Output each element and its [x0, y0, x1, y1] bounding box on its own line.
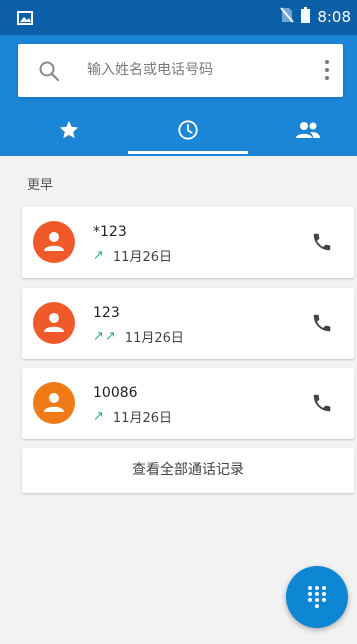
- call-date: 11月26日: [124, 331, 184, 346]
- view-all-calls-button[interactable]: 查看全部通话记录: [22, 448, 354, 493]
- section-title: 更早: [27, 178, 54, 193]
- call-log-item[interactable]: 123 ↗↗ 11月26日: [22, 288, 354, 359]
- active-tab-indicator: [128, 151, 248, 154]
- tab-recent[interactable]: [128, 103, 247, 156]
- outgoing-call-icon: ↗: [93, 409, 105, 424]
- outgoing-call-icon: ↗↗: [93, 329, 117, 344]
- call-meta: ↗↗ 11月26日: [93, 327, 184, 346]
- dialpad-button[interactable]: [286, 566, 348, 628]
- search-bar[interactable]: [18, 44, 343, 97]
- search-input[interactable]: [87, 56, 297, 84]
- person-icon: [44, 313, 64, 332]
- search-icon[interactable]: [38, 60, 60, 82]
- outgoing-call-icon: ↗: [93, 248, 105, 263]
- more-options-icon[interactable]: [322, 58, 332, 82]
- call-meta: ↗ 11月26日: [93, 246, 172, 265]
- call-name: 10086: [93, 385, 138, 401]
- tab-favorites[interactable]: [9, 103, 128, 156]
- avatar[interactable]: [33, 382, 75, 424]
- no-sim-icon: [280, 7, 294, 27]
- phone-icon[interactable]: [311, 392, 333, 414]
- tab-bar: [0, 103, 357, 156]
- person-icon: [44, 232, 64, 251]
- avatar[interactable]: [33, 302, 75, 344]
- person-icon: [44, 393, 64, 412]
- gallery-notification-icon: [17, 10, 33, 25]
- call-date: 11月26日: [112, 411, 172, 426]
- call-date: 11月26日: [112, 250, 172, 265]
- phone-icon[interactable]: [311, 312, 333, 334]
- dialpad-icon: [308, 586, 326, 608]
- avatar[interactable]: [33, 221, 75, 263]
- tab-contacts[interactable]: [248, 103, 357, 156]
- call-log-item[interactable]: *123 ↗ 11月26日: [22, 207, 354, 278]
- call-meta: ↗ 11月26日: [93, 407, 172, 426]
- call-log-item[interactable]: 10086 ↗ 11月26日: [22, 368, 354, 439]
- phone-icon[interactable]: [311, 231, 333, 253]
- battery-icon: [301, 7, 311, 27]
- status-indicators: 8:08: [280, 7, 351, 27]
- status-bar: 8:08: [0, 0, 357, 35]
- call-name: 123: [93, 305, 120, 321]
- status-time: 8:08: [317, 8, 351, 26]
- call-name: *123: [93, 224, 127, 240]
